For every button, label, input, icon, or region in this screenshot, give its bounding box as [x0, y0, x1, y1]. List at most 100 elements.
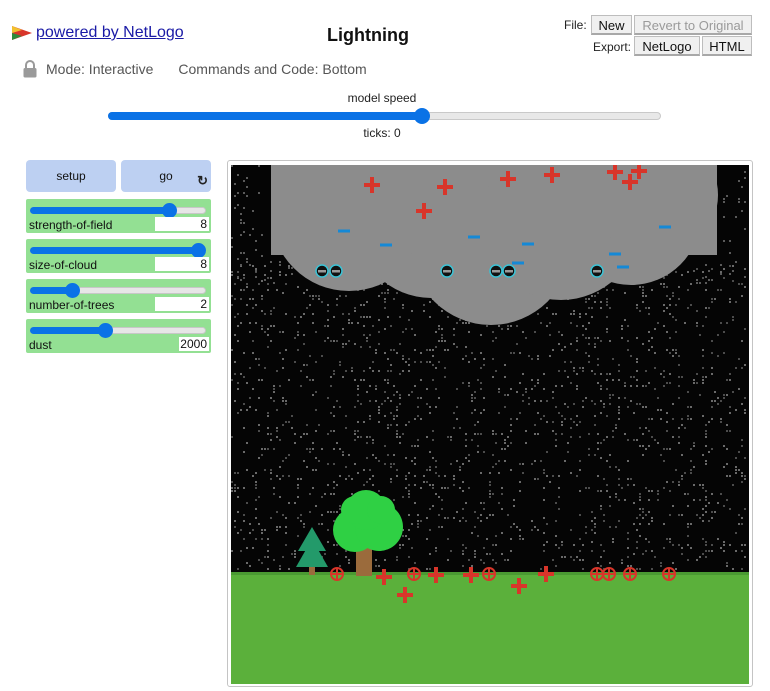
dust-particle	[669, 313, 671, 315]
dust-particle	[669, 541, 671, 543]
dust-particle	[585, 487, 587, 489]
slider-thumb[interactable]	[191, 243, 206, 258]
dust-particle	[585, 298, 587, 300]
new-button[interactable]: New	[591, 15, 632, 35]
commands-code-position-text[interactable]: Commands and Code: Bottom	[178, 61, 366, 77]
dust-particle	[543, 550, 545, 552]
dust-particle	[408, 319, 410, 321]
dust-particle	[672, 349, 674, 351]
slider-strength-of-field[interactable]: strength-of-field 8	[26, 199, 211, 233]
dust-particle	[333, 448, 335, 450]
dust-particle	[435, 460, 437, 462]
dust-particle	[423, 481, 425, 483]
dust-particle	[696, 322, 698, 324]
dust-particle	[714, 391, 716, 393]
dust-particle	[528, 397, 530, 399]
dust-particle	[744, 276, 746, 278]
dust-particle	[489, 484, 491, 486]
dust-particle	[606, 379, 608, 381]
dust-particle	[381, 292, 383, 294]
dust-particle	[432, 457, 434, 459]
dust-particle	[414, 334, 416, 336]
dust-particle	[447, 538, 449, 540]
dust-particle	[570, 382, 572, 384]
dust-particle	[690, 547, 692, 549]
go-button[interactable]: go ↻	[121, 160, 211, 192]
world-view[interactable]	[231, 165, 749, 684]
slider-dust[interactable]: dust 2000	[26, 319, 211, 353]
dust-particle	[414, 361, 416, 363]
slider-fill	[30, 207, 170, 214]
dust-particle	[342, 451, 344, 453]
dust-particle	[369, 367, 371, 369]
dust-particle	[501, 508, 503, 510]
dust-particle	[234, 316, 236, 318]
dust-particle	[636, 379, 638, 381]
dust-particle	[480, 433, 482, 435]
model-speed-thumb[interactable]	[414, 108, 431, 124]
dust-particle	[579, 460, 581, 462]
dust-particle	[483, 547, 485, 549]
dust-particle	[519, 352, 521, 354]
dust-particle	[546, 400, 548, 402]
dust-particle	[387, 397, 389, 399]
dust-particle	[630, 385, 632, 387]
dust-particle	[711, 511, 713, 513]
slider-thumb[interactable]	[65, 283, 81, 298]
export-html-button[interactable]: HTML	[702, 36, 752, 56]
dust-particle	[330, 412, 332, 414]
dust-particle	[741, 295, 743, 297]
dust-particle	[498, 460, 500, 462]
dust-particle	[432, 439, 434, 441]
dust-particle	[429, 466, 431, 468]
dust-particle	[552, 397, 554, 399]
dust-particle	[276, 475, 278, 477]
dust-particle	[705, 499, 707, 501]
dust-particle	[726, 424, 728, 426]
slider-size-of-cloud[interactable]: size-of-cloud 8	[26, 239, 211, 273]
dust-particle	[387, 292, 389, 294]
dust-particle	[249, 565, 251, 567]
dust-particle	[642, 406, 644, 408]
slider-number-of-trees[interactable]: number-of-trees 2	[26, 279, 211, 313]
dust-particle	[387, 427, 389, 429]
dust-particle	[495, 535, 497, 537]
dust-particle	[639, 493, 641, 495]
dust-particle	[582, 367, 584, 369]
slider-thumb[interactable]	[162, 203, 178, 218]
slider-thumb[interactable]	[97, 323, 113, 338]
powered-by-netlogo-link[interactable]: powered by NetLogo	[12, 24, 184, 42]
dust-particle	[264, 556, 266, 558]
dust-particle	[480, 382, 482, 384]
dust-particle	[264, 367, 266, 369]
dust-particle	[555, 544, 557, 546]
dust-particle	[648, 418, 650, 420]
dust-particle	[660, 454, 662, 456]
dust-particle	[255, 484, 257, 486]
powered-by-text[interactable]: powered by NetLogo	[36, 24, 184, 42]
dust-particle	[237, 382, 239, 384]
dust-particle	[372, 361, 374, 363]
dust-particle	[738, 358, 740, 360]
dust-particle	[237, 340, 239, 342]
dust-particle	[636, 307, 638, 309]
export-netlogo-button[interactable]: NetLogo	[634, 36, 700, 56]
dust-particle	[474, 433, 476, 435]
dust-particle	[612, 541, 614, 543]
revert-to-original-button[interactable]: Revert to Original	[634, 15, 752, 35]
dust-particle	[330, 376, 332, 378]
dust-particle	[348, 322, 350, 324]
dust-particle	[741, 517, 743, 519]
lock-icon[interactable]	[22, 60, 38, 78]
setup-button[interactable]: setup	[26, 160, 116, 192]
dust-particle	[579, 469, 581, 471]
dust-particle	[333, 373, 335, 375]
dust-particle	[597, 358, 599, 360]
dust-particle	[573, 544, 575, 546]
dust-particle	[639, 523, 641, 525]
dust-particle	[237, 174, 239, 176]
dust-particle	[726, 195, 728, 197]
dust-particle	[681, 418, 683, 420]
dust-particle	[606, 388, 608, 390]
dust-particle	[636, 358, 638, 360]
